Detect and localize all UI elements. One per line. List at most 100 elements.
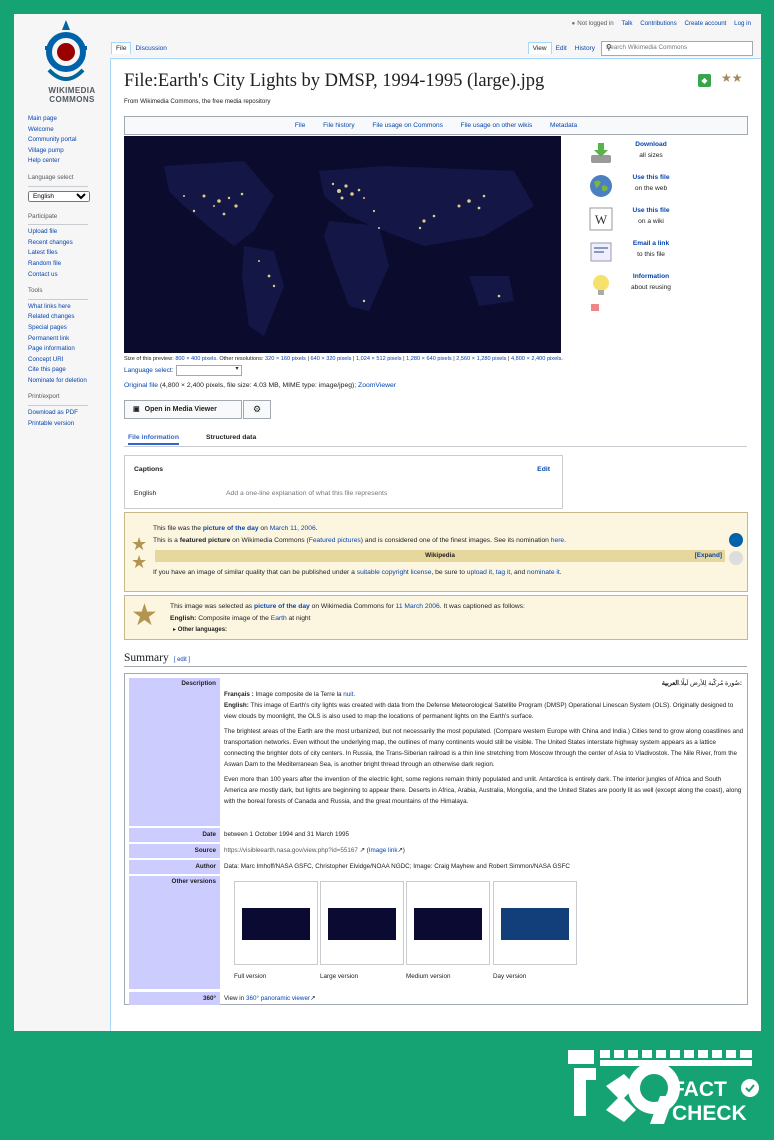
upload-link[interactable]: upload it [467,569,492,576]
download-action[interactable]: Download all sizes [589,139,679,172]
sidebar-item-latest-files[interactable]: Latest files [28,249,58,256]
sidebar-item-upload-file[interactable]: Upload file [28,228,57,235]
use-on-web-action[interactable]: Use this file on the web [589,172,679,205]
sidebar-item-recent-changes[interactable]: Recent changes [28,239,73,246]
contributions-link[interactable]: Contributions [640,20,676,27]
panoramic-viewer-link[interactable]: 360° panoramic viewer [246,995,310,1002]
res-link[interactable]: 1,280 × 640 pixels [406,356,452,362]
tab-discussion[interactable]: Discussion [131,43,170,54]
sidebar-item-page-information[interactable]: Page information [28,345,75,352]
sidebar-participate: Upload file Recent changes Latest files Ran… [28,227,114,280]
download-title[interactable]: Download [619,141,683,148]
captions-edit-button[interactable]: Edit [537,466,550,473]
zoomviewer-link[interactable]: ZoomViewer [358,382,396,389]
sidebar-item-related-changes[interactable]: Related changes [28,313,74,320]
thumb-large[interactable] [320,881,404,965]
thumb-medium[interactable] [406,881,490,965]
toc-file[interactable]: File [295,122,305,129]
thumb-day[interactable] [493,881,577,965]
toc-metadata[interactable]: Metadata [550,122,577,129]
search-input[interactable]: Search Wikimedia Commons ⚲ [601,41,753,56]
wikipedia-icon: W [589,207,613,231]
email-link-action[interactable]: Email a link to this file [589,238,679,271]
email-link-title[interactable]: Email a link [619,240,683,247]
date-link[interactable]: March 11, 2006 [270,525,316,532]
toc-file-usage-commons[interactable]: File usage on Commons [372,122,442,129]
tab-file[interactable]: File [111,42,132,54]
sidebar-item-help-center[interactable]: Help center [28,157,60,164]
expand-button[interactable]: [Expand] [695,550,722,562]
nominate-link[interactable]: nominate it [527,569,560,576]
nuit-link[interactable]: nuit [343,691,353,698]
res-link[interactable]: 1,024 × 512 pixels [356,356,402,362]
language-dropdown[interactable]: English [28,190,90,202]
nomination-link[interactable]: here [551,537,564,544]
potd-date-link[interactable]: 11 March 2006 [396,603,440,610]
sidebar-item-permanent-link[interactable]: Permanent link [28,335,69,342]
information-title[interactable]: Information [619,273,683,280]
image-link[interactable]: Image link [369,847,398,854]
quality-image-icon[interactable]: ◆ [698,74,711,87]
inline-language-dropdown[interactable]: ▾ [175,365,242,376]
sidebar-item-random-file[interactable]: Random file [28,260,61,267]
information-table: Description صُورة مُركّبة لِلأرض لَيلًا.… [124,673,748,1005]
sidebar-item-contact-us[interactable]: Contact us [28,271,58,278]
preview-size-link[interactable]: 800 × 400 pixels [175,356,216,362]
summary-edit-link[interactable]: [ edit ] [174,657,190,663]
sidebar-item-printable-version[interactable]: Printable version [28,420,74,427]
potd-date-line: This file was the picture of the day on … [153,525,318,532]
featured-star-icon[interactable]: ★★ [721,71,743,85]
sidebar-item-village-pump[interactable]: Village pump [28,147,64,154]
source-url-link[interactable]: https://visibleearth.nasa.gov/view.php?i… [224,847,358,854]
talk-link[interactable]: Talk [621,20,632,27]
sidebar-item-what-links-here[interactable]: What links here [28,303,71,310]
tab-history[interactable]: History [571,43,599,54]
sidebar-item-main-page[interactable]: Main page [28,115,57,122]
earth-link[interactable]: Earth [271,615,287,622]
create-account-link[interactable]: Create account [684,20,726,27]
log-in-link[interactable]: Log in [734,20,751,27]
tab-view[interactable]: View [527,42,552,54]
picture-of-day-link[interactable]: picture of the day [203,525,259,532]
email-icon [590,242,612,262]
tag-link[interactable]: tag it [496,569,511,576]
toc-file-history[interactable]: File history [323,122,354,129]
sidebar-item-special-pages[interactable]: Special pages [28,324,67,331]
wikimedia-commons-logo[interactable]: WIKIMEDIA COMMONS [34,18,96,104]
use-on-wiki-action[interactable]: W Use this file on a wiki [589,205,679,238]
potd-link[interactable]: picture of the day [254,603,310,610]
sidebar-item-nominate-for-deletion[interactable]: Nominate for deletion [28,377,87,384]
information-sub: about reusing [631,284,671,291]
use-on-web-title[interactable]: Use this file [619,174,683,181]
sidebar-item-cite-this-page[interactable]: Cite this page [28,366,66,373]
res-link[interactable]: 640 × 320 pixels [311,356,352,362]
other-languages-toggle[interactable]: ▸ Other languages: [173,626,227,633]
sidebar-item-download-as-pdf[interactable]: Download as PDF [28,409,78,416]
featured-pictures-link[interactable]: Featured pictures [309,537,361,544]
tab-file-information[interactable]: File information [128,434,179,445]
sidebar-item-welcome[interactable]: Welcome [28,126,54,133]
tab-edit[interactable]: Edit [552,43,571,54]
tab-structured-data[interactable]: Structured data [206,434,256,441]
gear-icon[interactable]: ⚙ [243,400,271,419]
report-icon[interactable] [591,304,599,311]
source-label: Source [129,844,220,858]
potd-star-icon: ★ [131,599,158,632]
sidebar-item-concept-uri[interactable]: Concept URI [28,356,63,363]
sidebar-item-community-portal[interactable]: Community portal [28,136,77,143]
res-link[interactable]: 320 × 160 pixels [265,356,306,362]
copyright-license-link[interactable]: suitable copyright license [357,569,432,576]
original-file-link[interactable]: Original file [124,382,158,389]
search-icon[interactable]: ⚲ [606,43,748,52]
res-link[interactable]: 4,800 × 2,400 pixels [511,356,561,362]
open-media-viewer-button[interactable]: ▣ Open in Media Viewer [124,400,242,419]
information-action[interactable]: Information about reusing [589,271,679,304]
date-value: between 1 October 1994 and 31 March 1995 [224,831,349,838]
toc-file-usage-other-wikis[interactable]: File usage on other wikis [461,122,533,129]
thumb-full[interactable] [234,881,318,965]
external-link-icon: ↗ [359,847,365,854]
res-link[interactable]: 2,560 × 1,280 pixels [456,356,506,362]
use-on-wiki-title[interactable]: Use this file [619,207,683,214]
caption-placeholder[interactable]: Add a one-line explanation of what this … [226,490,387,497]
earth-city-lights-image[interactable] [124,136,561,353]
